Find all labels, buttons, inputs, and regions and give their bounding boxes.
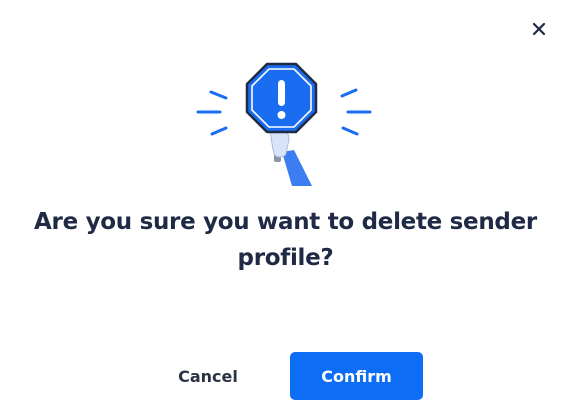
confirm-message: Are you sure you want to delete sender p… <box>34 209 537 271</box>
dialog-actions: Cancel Confirm <box>0 352 571 400</box>
cancel-button[interactable]: Cancel <box>160 352 256 400</box>
delete-confirm-dialog: Are you sure you want to delete sender p… <box>0 0 571 415</box>
warning-stop-sign-icon <box>196 62 372 186</box>
confirm-button[interactable]: Confirm <box>290 352 423 400</box>
close-icon <box>532 22 546 36</box>
warning-illustration <box>190 60 380 186</box>
close-button[interactable] <box>528 18 550 40</box>
